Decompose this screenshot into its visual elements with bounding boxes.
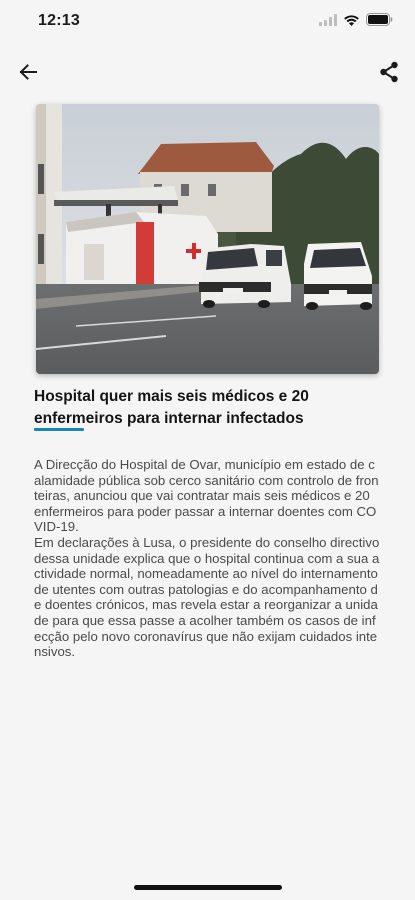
article-photo	[36, 104, 379, 374]
status-time: 12:13	[38, 12, 80, 29]
wifi-icon	[343, 13, 360, 31]
arrow-left-icon	[18, 62, 38, 87]
share-icon	[379, 61, 399, 88]
signal-icon	[319, 13, 337, 31]
title-underline	[34, 428, 84, 431]
status-icons	[319, 13, 393, 31]
article-title: Hospital quer mais seis médicos e 20 enf…	[34, 388, 309, 427]
home-indicator[interactable]	[134, 885, 282, 890]
app-bar	[0, 52, 415, 96]
share-button[interactable]	[375, 60, 403, 88]
article-body: A Direcção do Hospital de Ovar, municípi…	[34, 457, 380, 660]
back-button[interactable]	[14, 60, 42, 88]
status-bar: 12:13	[0, 0, 415, 44]
battery-icon	[366, 13, 393, 31]
